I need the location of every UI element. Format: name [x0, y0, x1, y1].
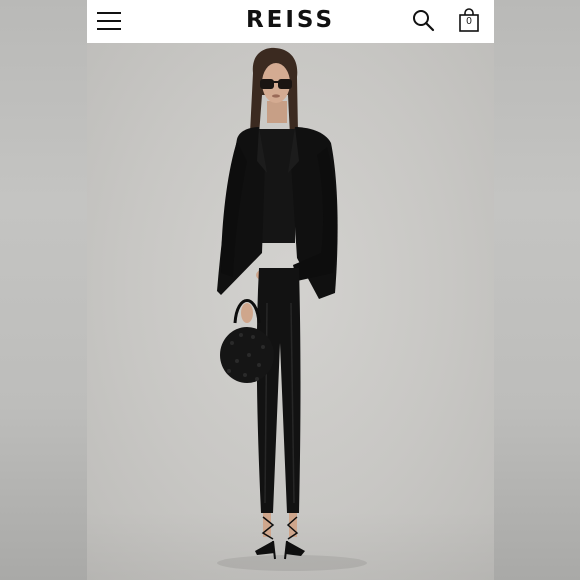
product-image[interactable]	[87, 43, 494, 580]
search-icon	[413, 10, 435, 32]
shopping-bag-button[interactable]: 0	[457, 8, 483, 34]
search-button[interactable]	[411, 8, 437, 34]
bag-count-badge: 0	[466, 16, 472, 27]
model-photo	[217, 47, 367, 571]
mobile-screen: REISS 0	[87, 0, 494, 580]
site-header: REISS 0	[87, 0, 494, 43]
